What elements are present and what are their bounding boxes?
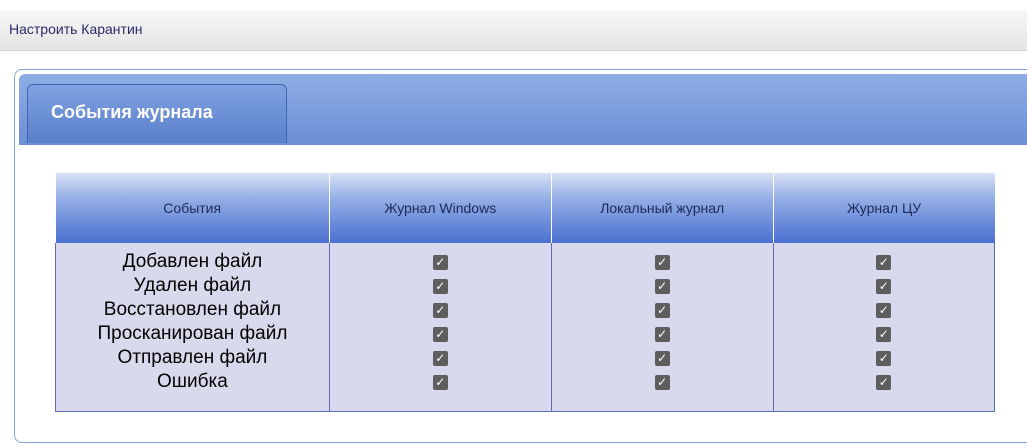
table-header-row: События Журнал Windows Локальный журнал … xyxy=(55,173,995,243)
event-label: Отправлен файл xyxy=(117,347,268,368)
tab-log-events[interactable]: События журнала xyxy=(27,84,287,143)
checkbox-cu-log[interactable]: ✓ xyxy=(876,350,892,366)
event-label: Удален файл xyxy=(133,275,252,296)
tab-label: События журнала xyxy=(51,102,213,122)
event-label: Просканирован файл xyxy=(97,323,288,344)
checkbox-windows-log[interactable]: ✓ xyxy=(432,350,448,366)
checkbox-windows-log[interactable]: ✓ xyxy=(432,326,448,342)
events-column: Добавлен файл Удален файл Восстановлен ф… xyxy=(55,243,330,412)
top-bar: Настроить Карантин xyxy=(0,10,1027,51)
checkbox-windows-log[interactable]: ✓ xyxy=(432,302,448,318)
column-header-cu-log: Журнал ЦУ xyxy=(773,173,995,243)
table-row: Добавлен файл Удален файл Восстановлен ф… xyxy=(55,243,996,412)
column-header-local-log: Локальный журнал xyxy=(551,173,774,243)
checkbox-local-log[interactable]: ✓ xyxy=(654,350,670,366)
checkbox-cu-log[interactable]: ✓ xyxy=(876,374,892,390)
windows-log-column: ✓ ✓ ✓ ✓ ✓ ✓ xyxy=(328,243,552,412)
checkbox-local-log[interactable]: ✓ xyxy=(654,254,670,270)
checkbox-local-log[interactable]: ✓ xyxy=(654,302,670,318)
cu-log-column: ✓ ✓ ✓ ✓ ✓ ✓ xyxy=(772,243,996,412)
local-log-column: ✓ ✓ ✓ ✓ ✓ ✓ xyxy=(550,243,774,412)
checkbox-local-log[interactable]: ✓ xyxy=(654,326,670,342)
checkbox-cu-log[interactable]: ✓ xyxy=(876,302,892,318)
event-label: Восстановлен файл xyxy=(103,299,282,320)
checkbox-cu-log[interactable]: ✓ xyxy=(876,326,892,342)
events-table: События Журнал Windows Локальный журнал … xyxy=(55,173,996,412)
event-label: Ошибка xyxy=(157,371,228,392)
checkbox-windows-log[interactable]: ✓ xyxy=(432,254,448,270)
page-title: Настроить Карантин xyxy=(9,21,143,37)
column-header-events: События xyxy=(55,173,330,243)
column-header-windows-log: Журнал Windows xyxy=(329,173,552,243)
checkbox-cu-log[interactable]: ✓ xyxy=(876,254,892,270)
checkbox-cu-log[interactable]: ✓ xyxy=(876,278,892,294)
checkbox-local-log[interactable]: ✓ xyxy=(654,278,670,294)
event-label: Добавлен файл xyxy=(122,251,263,272)
checkbox-local-log[interactable]: ✓ xyxy=(654,374,670,390)
checkbox-windows-log[interactable]: ✓ xyxy=(432,278,448,294)
checkbox-windows-log[interactable]: ✓ xyxy=(432,374,448,390)
